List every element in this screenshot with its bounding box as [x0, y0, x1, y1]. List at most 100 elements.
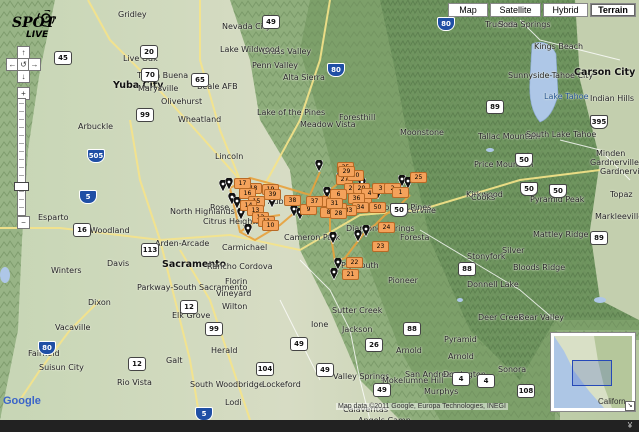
- town-label: Gridley: [118, 10, 147, 19]
- highway-shield-state: 16: [73, 223, 91, 237]
- town-label: Gardnerville Ranchos: [590, 158, 639, 167]
- highway-shield-state: 45: [54, 51, 72, 65]
- highway-shield-state: 108: [517, 384, 535, 398]
- town-label: Foresthill: [339, 113, 376, 122]
- overview-viewport-box[interactable]: [572, 360, 612, 386]
- town-label: Suisun City: [39, 363, 84, 372]
- highway-shield-state: 12: [128, 357, 146, 371]
- town-label: Penn Valley: [252, 61, 298, 70]
- track-point-badge[interactable]: 29: [338, 166, 355, 177]
- highway-shield-state: 88: [403, 322, 421, 336]
- town-label: Ione: [311, 320, 329, 329]
- town-label: Donnell Lake: [467, 280, 519, 289]
- map-type-satellite-button[interactable]: Satellite: [490, 3, 541, 17]
- highway-shield-state: 49: [290, 337, 308, 351]
- google-logo[interactable]: Google: [3, 395, 41, 407]
- town-label: Indian Hills: [590, 94, 635, 103]
- highway-shield-ih: 5: [79, 190, 97, 204]
- town-label: Arden-Arcade: [155, 239, 210, 248]
- town-label: Bloods Ridge: [513, 263, 566, 272]
- track-pin-icon[interactable]: [354, 230, 362, 242]
- town-label: Olivehurst: [161, 97, 203, 106]
- map-type-map-button[interactable]: Map: [448, 3, 488, 17]
- town-label: South Woodbridge: [190, 380, 264, 389]
- highway-shield-ih: 80: [38, 341, 56, 355]
- town-label: Vacaville: [55, 323, 91, 332]
- overview-map[interactable]: Californ ↘: [550, 332, 636, 412]
- zoom-slider-thumb[interactable]: [14, 182, 29, 191]
- town-label: Kings Beach: [534, 42, 584, 51]
- town-label: Sonora: [498, 365, 527, 374]
- track-pin-icon[interactable]: [329, 232, 337, 244]
- highway-shield-state: 70: [141, 68, 159, 82]
- town-label: Sutter Creek: [332, 306, 383, 315]
- track-point-badge[interactable]: 24: [378, 222, 395, 233]
- track-point-badge[interactable]: 28: [330, 208, 347, 219]
- highway-shield-state: 49: [262, 15, 280, 29]
- zoom-tick: [19, 135, 24, 136]
- highway-shield-state: 104: [256, 362, 274, 376]
- zoom-tick: [19, 191, 24, 192]
- town-label: Florin: [225, 277, 248, 286]
- track-pin-icon[interactable]: [330, 268, 338, 280]
- town-label: Lockeford: [262, 380, 301, 389]
- track-pin-icon[interactable]: [225, 178, 233, 190]
- highway-shield-ih: 505: [87, 149, 105, 163]
- track-point-badge[interactable]: 38: [284, 195, 301, 206]
- town-label: Rio Vista: [117, 378, 152, 387]
- town-label: Minden: [596, 149, 626, 158]
- town-label: Davis: [107, 259, 130, 268]
- track-point-badge[interactable]: 22: [346, 257, 363, 268]
- town-label: Foresta: [400, 233, 430, 242]
- town-label: Vineyard: [216, 289, 252, 298]
- track-point-badge[interactable]: 50: [369, 202, 386, 213]
- highway-shield-state: 20: [140, 45, 158, 59]
- town-label: Galt: [166, 356, 183, 365]
- town-label: Herald: [211, 346, 238, 355]
- town-label: Lake Wildwood: [220, 45, 280, 54]
- pan-down-button[interactable]: ↓: [17, 70, 30, 83]
- zoom-tick: [19, 119, 24, 120]
- overview-map-canvas[interactable]: Californ: [554, 336, 632, 408]
- track-point-badge[interactable]: 39: [264, 189, 281, 200]
- zoom-slider-track[interactable]: [17, 98, 26, 216]
- highway-shield-us: 395: [590, 115, 608, 129]
- highway-shield-us: 50: [520, 182, 538, 196]
- overview-toggle-icon[interactable]: ↘: [625, 401, 635, 411]
- map-type-control: Map Satellite Hybrid Terrain: [448, 3, 636, 17]
- track-point-badge[interactable]: 37: [306, 196, 323, 207]
- track-pin-icon[interactable]: [315, 160, 323, 172]
- town-label: Carson City: [574, 67, 636, 78]
- map-type-hybrid-button[interactable]: Hybrid: [543, 3, 588, 17]
- town-label: Mattley Ridge: [533, 230, 589, 239]
- highway-shield-state: 4: [452, 372, 470, 386]
- town-label: Wilton: [222, 302, 248, 311]
- town-label: Jackson: [342, 325, 373, 334]
- map-type-terrain-button[interactable]: Terrain: [590, 3, 636, 17]
- town-label: Arnold: [396, 346, 422, 355]
- track-point-badge[interactable]: 21: [342, 269, 359, 280]
- track-point-badge[interactable]: 10: [262, 220, 279, 231]
- town-label: Alta Sierra: [283, 73, 325, 82]
- highway-shield-state: 89: [486, 100, 504, 114]
- collapse-chevron-icon[interactable]: ¥: [625, 421, 635, 431]
- zoom-tick: [19, 151, 24, 152]
- town-label: Moonstone: [400, 128, 444, 137]
- track-pin-icon[interactable]: [362, 225, 370, 237]
- town-label: Carmichael: [222, 243, 268, 252]
- town-label: Deer Creek: [478, 313, 524, 322]
- town-label: Lodi: [225, 398, 242, 407]
- track-point-badge[interactable]: 1: [392, 187, 409, 198]
- zoom-tick: [19, 175, 24, 176]
- track-pin-icon[interactable]: [244, 224, 252, 236]
- map-canvas[interactable]: Gridley Nevada City Grass Valley Lake Wildw…: [0, 0, 639, 420]
- town-label: Valley Springs: [333, 372, 390, 381]
- highway-shield-state: 49: [373, 383, 391, 397]
- track-point-badge[interactable]: 25: [410, 172, 427, 183]
- bottom-bar: ¥: [0, 420, 639, 432]
- zoom-out-button[interactable]: −: [17, 216, 30, 229]
- highway-shield-state: 88: [458, 262, 476, 276]
- track-point-badge[interactable]: 23: [372, 241, 389, 252]
- town-label: Wheatland: [178, 115, 222, 124]
- highway-shield-state: 65: [191, 73, 209, 87]
